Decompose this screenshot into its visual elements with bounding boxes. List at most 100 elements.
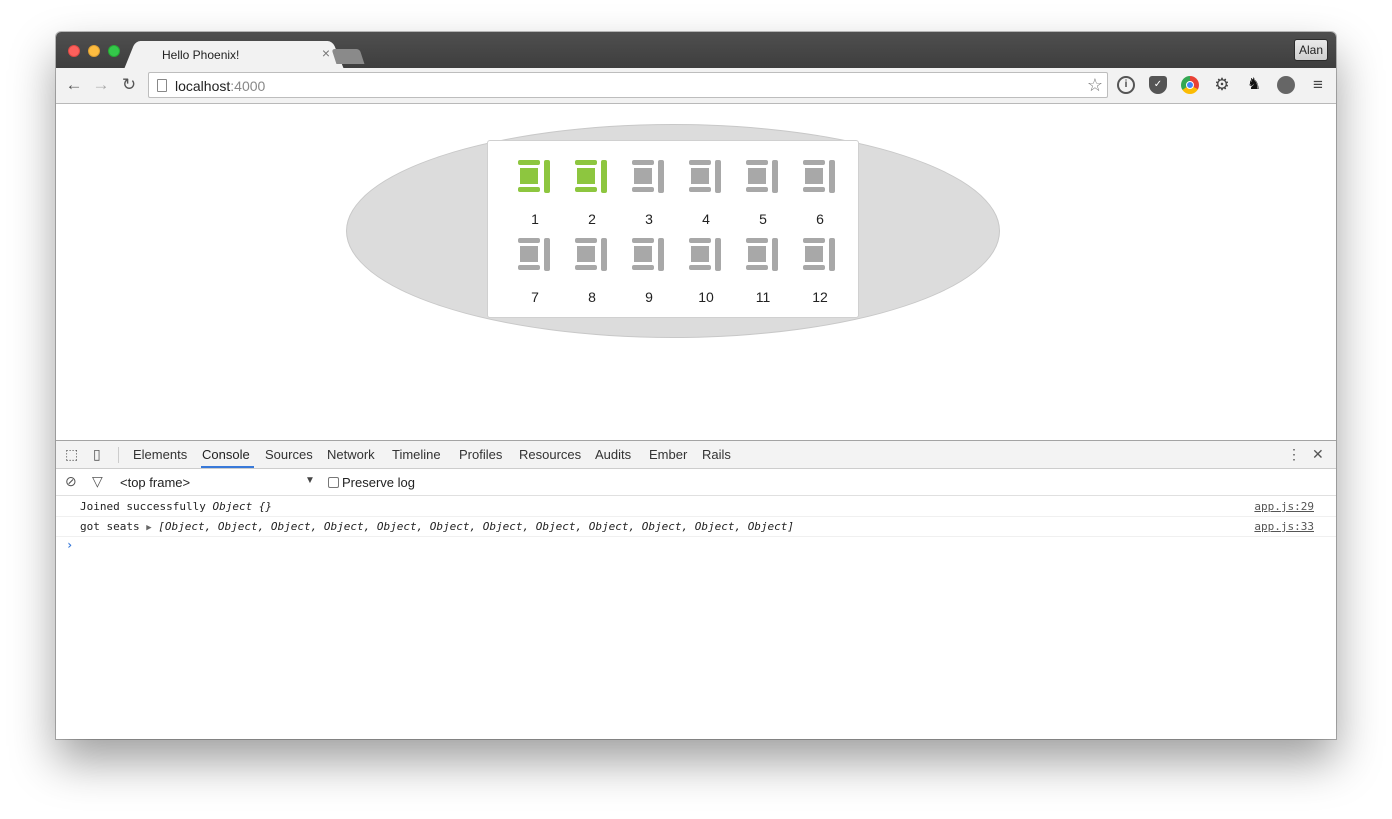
seat-number: 5 (759, 211, 767, 227)
seat-number: 9 (645, 289, 653, 305)
tab-elements[interactable]: Elements (133, 447, 187, 462)
seat-icon (518, 238, 552, 278)
seat-number: 3 (645, 211, 653, 227)
seat-9[interactable]: 9 (629, 238, 669, 305)
seat-icon (632, 160, 666, 200)
new-tab-button[interactable] (331, 49, 365, 64)
log-source-link[interactable]: app.js:29 (1254, 500, 1314, 513)
tab-sources[interactable]: Sources (265, 447, 313, 462)
log-text: got seats (80, 520, 147, 533)
seat-2[interactable]: 2 (572, 160, 612, 227)
bookmark-star-icon[interactable]: ☆ (1087, 75, 1103, 96)
log-object[interactable]: [Object, Object, Object, Object, Object,… (158, 520, 794, 533)
console-prompt[interactable]: › (66, 538, 73, 552)
frame-dropdown-icon[interactable]: ▼ (305, 475, 315, 486)
seat-icon (689, 160, 723, 200)
seat-1[interactable]: 1 (515, 160, 555, 227)
chrome-extension-icon[interactable] (1181, 76, 1199, 94)
close-window-button[interactable] (68, 45, 80, 57)
seat-icon (518, 160, 552, 200)
seat-icon (632, 238, 666, 278)
tab-console[interactable]: Console (202, 447, 250, 462)
preserve-log-checkbox[interactable]: Preserve log (328, 475, 415, 490)
seat-number: 4 (702, 211, 710, 227)
url-port: :4000 (230, 78, 266, 94)
seat-icon (746, 238, 780, 278)
seat-8[interactable]: 8 (572, 238, 612, 305)
preserve-log-label: Preserve log (342, 475, 415, 490)
address-bar[interactable]: localhost:4000 ☆ (148, 72, 1108, 98)
minimize-window-button[interactable] (88, 45, 100, 57)
seat-12[interactable]: 12 (800, 238, 840, 305)
seat-7[interactable]: 7 (515, 238, 555, 305)
seat-icon (689, 238, 723, 278)
tab-profiles[interactable]: Profiles (459, 447, 502, 462)
pocket-extension-icon[interactable]: ✓ (1149, 76, 1167, 94)
browser-toolbar: ← → ↻ localhost:4000 ☆ i ✓ ⚙ ♞ ≡ (56, 68, 1336, 104)
seat-number: 6 (816, 211, 824, 227)
seat-icon (803, 160, 837, 200)
seat-3[interactable]: 3 (629, 160, 669, 227)
seat-11[interactable]: 11 (743, 238, 783, 305)
browser-tab[interactable]: Hello Phoenix! × (136, 41, 332, 68)
tab-title: Hello Phoenix! (162, 48, 240, 62)
tab-network[interactable]: Network (327, 447, 375, 462)
seat-icon (746, 160, 780, 200)
seat-icon (575, 160, 609, 200)
seat-5[interactable]: 5 (743, 160, 783, 227)
close-devtools-icon[interactable]: ✕ (1312, 446, 1324, 463)
page-content: 1 2 3 4 5 6 7 8 9 10 11 12 (56, 104, 1336, 440)
horse-extension-icon[interactable]: ♞ (1245, 76, 1263, 94)
tab-resources[interactable]: Resources (519, 447, 581, 462)
console-message: Joined successfully Object {} app.js:29 (56, 497, 1336, 517)
toolbar-divider (118, 447, 119, 463)
seat-4[interactable]: 4 (686, 160, 726, 227)
profile-button[interactable]: Alan (1294, 39, 1328, 61)
seat-number: 1 (531, 211, 539, 227)
device-mode-icon[interactable]: ▯ (93, 446, 101, 463)
console-toolbar: ⊘ ▽ <top frame> ▼ Preserve log (56, 469, 1336, 496)
title-bar: Hello Phoenix! × Alan (56, 32, 1336, 68)
back-icon[interactable]: ← (64, 76, 84, 94)
devtools-tab-bar: ⬚ ▯ Elements Console Sources Network Tim… (56, 441, 1336, 469)
log-source-link[interactable]: app.js:33 (1254, 520, 1314, 533)
active-tab-indicator (201, 466, 254, 468)
filter-icon[interactable]: ▽ (92, 473, 103, 490)
seat-number: 12 (812, 289, 828, 305)
seat-10[interactable]: 10 (686, 238, 726, 305)
maximize-window-button[interactable] (108, 45, 120, 57)
tab-timeline[interactable]: Timeline (392, 447, 441, 462)
seat-number: 8 (588, 289, 596, 305)
log-object[interactable]: Object {} (212, 500, 272, 513)
tab-ember[interactable]: Ember (649, 447, 687, 462)
seat-number: 7 (531, 289, 539, 305)
seat-number: 10 (698, 289, 714, 305)
seat-icon (575, 238, 609, 278)
page-icon (157, 79, 167, 92)
devtools-panel: ⬚ ▯ Elements Console Sources Network Tim… (56, 440, 1336, 739)
tab-audits[interactable]: Audits (595, 447, 631, 462)
clear-console-icon[interactable]: ⊘ (65, 473, 77, 490)
seat-6[interactable]: 6 (800, 160, 840, 227)
url-host: localhost (175, 78, 231, 94)
tab-rails[interactable]: Rails (702, 447, 731, 462)
seat-number: 2 (588, 211, 596, 227)
reload-icon[interactable]: ↻ (119, 76, 139, 94)
inspect-element-icon[interactable]: ⬚ (65, 446, 78, 463)
gear-extension-icon[interactable]: ⚙ (1213, 76, 1231, 94)
ghostery-extension-icon[interactable] (1277, 76, 1295, 94)
seat-number: 11 (755, 289, 771, 305)
seat-map: 1 2 3 4 5 6 7 8 9 10 11 12 (487, 140, 859, 318)
browser-window: Hello Phoenix! × Alan ← → ↻ localhost:40… (56, 32, 1336, 739)
frame-selector[interactable]: <top frame> (120, 475, 190, 490)
more-options-icon[interactable]: ⋮ (1287, 446, 1301, 463)
tab-close-icon[interactable]: × (322, 45, 330, 61)
info-extension-icon[interactable]: i (1117, 76, 1135, 94)
forward-icon[interactable]: → (91, 76, 111, 94)
checkbox-icon (328, 477, 339, 488)
menu-icon[interactable]: ≡ (1309, 76, 1327, 94)
expand-arrow-icon[interactable]: ▶ (146, 523, 151, 533)
seat-icon (803, 238, 837, 278)
console-message: got seats ▶ [Object, Object, Object, Obj… (56, 517, 1336, 537)
log-text: Joined successfully (80, 500, 213, 513)
